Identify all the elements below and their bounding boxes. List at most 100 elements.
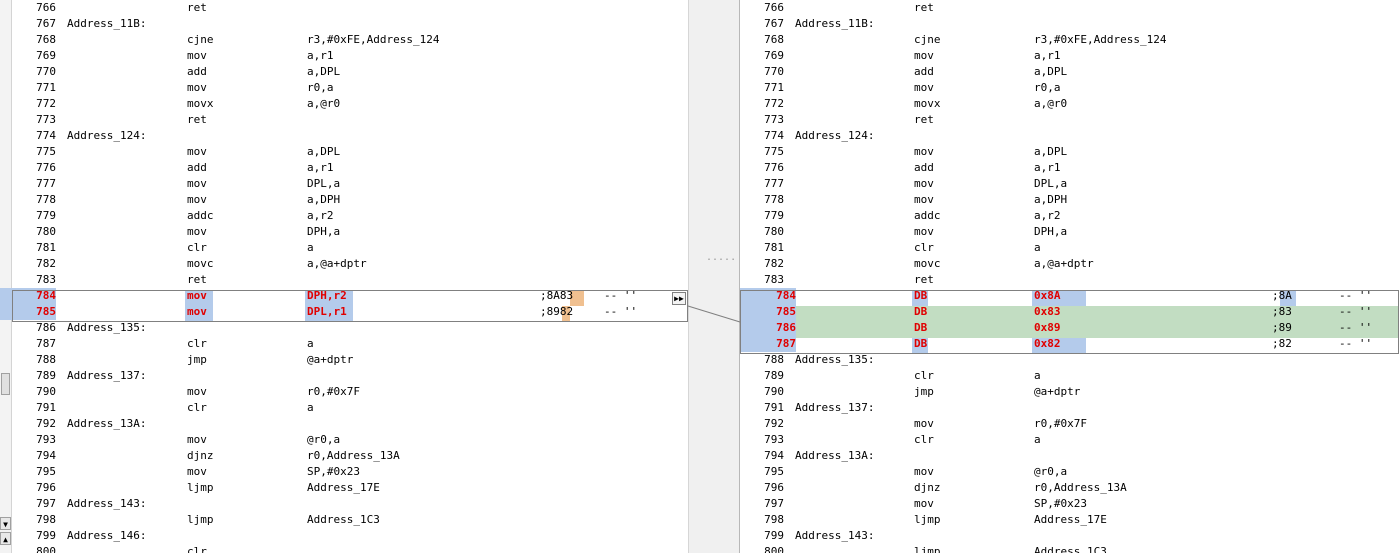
code-line[interactable]: 790 mov r0,#0x7F	[0, 384, 688, 400]
code-line[interactable]: 793 clr a	[740, 432, 1399, 448]
code-line[interactable]: 775 mov a,DPL	[0, 144, 688, 160]
label-line[interactable]: 799 Address_146:	[0, 528, 688, 544]
right-file-pane[interactable]: 766 ret 767 Address_11B: 768 cjne r3,#0xFE,Add…	[740, 0, 1399, 553]
line-number: 784	[740, 288, 796, 304]
code-line[interactable]: 768 cjne r3,#0xFE,Address_124	[740, 32, 1399, 48]
comment: ;8982	[540, 305, 574, 318]
code-line[interactable]: 795 mov SP,#0x23	[0, 464, 688, 480]
code-line[interactable]: 792 mov r0,#0x7F	[740, 416, 1399, 432]
code-line[interactable]: 783 ret	[740, 272, 1399, 288]
line-number: 798	[764, 513, 784, 526]
code-line[interactable]: 770 add a,DPL	[740, 64, 1399, 80]
code-line[interactable]: 775 mov a,DPL	[740, 144, 1399, 160]
next-diff-button[interactable]: ▶▶	[672, 292, 686, 305]
mnemonic: mov	[187, 81, 207, 94]
code-line[interactable]: 770 add a,DPL	[0, 64, 688, 80]
line-number: 796	[36, 481, 56, 494]
line-number: 769	[36, 49, 56, 62]
operands: 0x89	[1034, 321, 1061, 334]
code-line[interactable]: 797 mov SP,#0x23	[740, 496, 1399, 512]
label-line[interactable]: 767 Address_11B:	[740, 16, 1399, 32]
pane-splitter[interactable]: .....	[688, 0, 740, 553]
line-number: 787	[36, 337, 56, 350]
splitter-grip[interactable]: .....	[706, 252, 736, 263]
code-line[interactable]: 785 DB 0x83 ;83 -- ''	[740, 304, 1399, 320]
code-line[interactable]: 781 clr a	[740, 240, 1399, 256]
code-line[interactable]: 776 add a,r1	[740, 160, 1399, 176]
code-line[interactable]: 796 djnz r0,Address_13A	[740, 480, 1399, 496]
code-line[interactable]: 777 mov DPL,a	[0, 176, 688, 192]
line-number: 778	[36, 193, 56, 206]
label-line[interactable]: 791 Address_137:	[740, 400, 1399, 416]
operands: a	[1034, 433, 1041, 446]
code-line[interactable]: 783 ret	[0, 272, 688, 288]
code-line[interactable]: 794 djnz r0,Address_13A	[0, 448, 688, 464]
line-number: 778	[764, 193, 784, 206]
code-line[interactable]: 777 mov DPL,a	[740, 176, 1399, 192]
code-line[interactable]: 789 clr a	[740, 368, 1399, 384]
label-line[interactable]: 767 Address_11B:	[0, 16, 688, 32]
code-line[interactable]: 782 movc a,@a+dptr	[740, 256, 1399, 272]
label-line[interactable]: 788 Address_135:	[740, 352, 1399, 368]
code-line[interactable]: 800 clr	[0, 544, 688, 553]
code-line[interactable]: 784 mov DPH,r2 ;8A83 -- ''	[0, 288, 688, 304]
operands: r0,a	[1034, 81, 1061, 94]
code-line[interactable]: 787 DB 0x82 ;82 -- ''	[740, 336, 1399, 352]
label-line[interactable]: 786 Address_135:	[0, 320, 688, 336]
code-line[interactable]: 772 movx a,@r0	[740, 96, 1399, 112]
code-line[interactable]: 771 mov r0,a	[0, 80, 688, 96]
code-line[interactable]: 780 mov DPH,a	[0, 224, 688, 240]
code-line[interactable]: 795 mov @r0,a	[740, 464, 1399, 480]
code-line[interactable]: 782 movc a,@a+dptr	[0, 256, 688, 272]
code-line[interactable]: 791 clr a	[0, 400, 688, 416]
left-file-pane[interactable]: ▼ ▲ 766 ret 767 Address_11B: 768 cjne r3,#0xFE…	[0, 0, 688, 553]
code-line[interactable]: 780 mov DPH,a	[740, 224, 1399, 240]
code-line[interactable]: 769 mov a,r1	[740, 48, 1399, 64]
code-line[interactable]: 778 mov a,DPH	[740, 192, 1399, 208]
line-number: 780	[36, 225, 56, 238]
code-line[interactable]: 779 addc a,r2	[740, 208, 1399, 224]
code-line[interactable]: 772 movx a,@r0	[0, 96, 688, 112]
code-line[interactable]: 796 ljmp Address_17E	[0, 480, 688, 496]
operands: DPL,r1	[307, 305, 347, 318]
label-line[interactable]: 799 Address_143:	[740, 528, 1399, 544]
label-line[interactable]: 797 Address_143:	[0, 496, 688, 512]
code-line[interactable]: 798 ljmp Address_1C3	[0, 512, 688, 528]
label-line[interactable]: 792 Address_13A:	[0, 416, 688, 432]
code-line[interactable]: 773 ret	[740, 112, 1399, 128]
label-line[interactable]: 774 Address_124:	[0, 128, 688, 144]
right-code-listing: 766 ret 767 Address_11B: 768 cjne r3,#0xFE,Add…	[740, 0, 1399, 553]
code-line[interactable]: 771 mov r0,a	[740, 80, 1399, 96]
code-line[interactable]: 781 clr a	[0, 240, 688, 256]
line-number: 799	[764, 529, 784, 542]
code-line[interactable]: 769 mov a,r1	[0, 48, 688, 64]
mnemonic: mov	[914, 497, 934, 510]
line-number: 771	[764, 81, 784, 94]
code-line[interactable]: 768 cjne r3,#0xFE,Address_124	[0, 32, 688, 48]
code-line[interactable]: 784 DB 0x8A ;8A -- ''	[740, 288, 1399, 304]
code-line[interactable]: 779 addc a,r2	[0, 208, 688, 224]
code-line[interactable]: 788 jmp @a+dptr	[0, 352, 688, 368]
label-line[interactable]: 789 Address_137:	[0, 368, 688, 384]
code-line[interactable]: 766 ret	[0, 0, 688, 16]
code-line[interactable]: 778 mov a,DPH	[0, 192, 688, 208]
code-line[interactable]: 787 clr a	[0, 336, 688, 352]
label-line[interactable]: 794 Address_13A:	[740, 448, 1399, 464]
code-line[interactable]: 786 DB 0x89 ;89 -- ''	[740, 320, 1399, 336]
code-line[interactable]: 776 add a,r1	[0, 160, 688, 176]
line-number: 781	[36, 241, 56, 254]
line-number: 776	[764, 161, 784, 174]
operands: a,r1	[307, 49, 334, 62]
label-line[interactable]: 774 Address_124:	[740, 128, 1399, 144]
code-line[interactable]: 785 mov DPL,r1 ;8982 -- ''	[0, 304, 688, 320]
code-line[interactable]: 766 ret	[740, 0, 1399, 16]
operands: DPL,a	[1034, 177, 1068, 190]
code-line[interactable]: 793 mov @r0,a	[0, 432, 688, 448]
code-line[interactable]: 800 ljmp Address_1C3	[740, 544, 1399, 553]
label: Address_137:	[795, 401, 875, 414]
ascii: -- ''	[1339, 337, 1373, 350]
code-line[interactable]: 773 ret	[0, 112, 688, 128]
code-line[interactable]: 790 jmp @a+dptr	[740, 384, 1399, 400]
line-number: 769	[764, 49, 784, 62]
code-line[interactable]: 798 ljmp Address_17E	[740, 512, 1399, 528]
